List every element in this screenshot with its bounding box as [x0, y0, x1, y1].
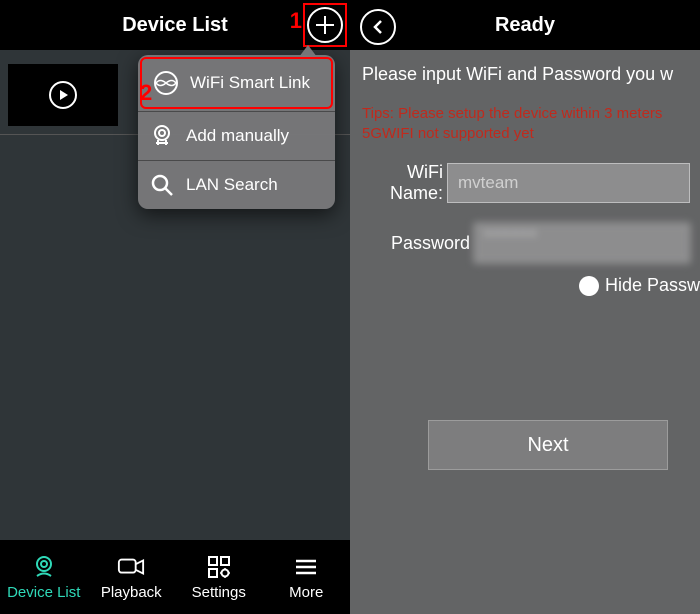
menu-lan-search-label: LAN Search [186, 175, 278, 195]
device-list-screen: Device List 1 2 WiFi Smart Link [0, 0, 350, 614]
device-thumbnail[interactable] [8, 64, 118, 126]
bottom-tab-bar: Device List Playback Settings More [0, 540, 350, 614]
password-label: Password [362, 233, 474, 254]
tab-more[interactable]: More [263, 540, 351, 614]
tab-device-list-label: Device List [7, 584, 80, 601]
tips-text: Tips: Please setup the device within 3 m… [362, 104, 700, 144]
password-row: Password •••••• [362, 220, 690, 266]
tab-device-list[interactable]: Device List [0, 540, 88, 614]
left-header: Device List 1 [0, 0, 350, 50]
wifi-name-label: WiFi Name: [362, 162, 447, 204]
next-button[interactable]: Next [428, 420, 668, 470]
playback-icon [117, 554, 145, 580]
search-icon [148, 171, 176, 199]
annotation-1: 1 [290, 8, 302, 34]
left-title: Device List [122, 14, 228, 37]
tips-line-1: Tips: Please setup the device within 3 m… [362, 104, 700, 124]
chevron-left-icon [370, 19, 386, 35]
add-device-button[interactable] [303, 3, 347, 47]
hide-password-row[interactable]: Hide Passw [350, 275, 700, 296]
right-header: Ready [350, 0, 700, 50]
back-button[interactable] [360, 9, 396, 45]
menu-wifi-smart-link-label: WiFi Smart Link [190, 73, 310, 93]
right-title: Ready [495, 14, 555, 37]
password-input[interactable]: •••••• [474, 223, 690, 263]
tab-settings-label: Settings [192, 584, 246, 601]
hide-password-radio[interactable] [579, 276, 599, 296]
more-icon [292, 554, 320, 580]
wifi-name-input[interactable] [447, 163, 690, 203]
menu-lan-search[interactable]: LAN Search [138, 161, 335, 209]
menu-add-manually-label: Add manually [186, 126, 289, 146]
plus-icon [307, 7, 343, 43]
wifi-setup-screen: Ready Please input WiFi and Password you… [350, 0, 700, 614]
next-button-label: Next [527, 434, 568, 457]
settings-icon [205, 554, 233, 580]
tab-more-label: More [289, 584, 323, 601]
add-device-menu: WiFi Smart Link Add manually LAN Search [138, 55, 335, 209]
play-icon [49, 81, 77, 109]
hide-password-label: Hide Passw [605, 275, 700, 296]
tab-settings[interactable]: Settings [175, 540, 263, 614]
tab-playback[interactable]: Playback [88, 540, 176, 614]
instruction-text: Please input WiFi and Password you w [362, 64, 700, 85]
tab-playback-label: Playback [101, 584, 162, 601]
tips-line-2: 5GWIFI not supported yet [362, 124, 700, 144]
menu-wifi-smart-link[interactable]: WiFi Smart Link [140, 57, 333, 109]
device-list-icon [30, 554, 58, 580]
menu-add-manually[interactable]: Add manually [138, 112, 335, 160]
camera-icon [148, 122, 176, 150]
wifi-link-icon [152, 69, 180, 97]
annotation-2: 2 [140, 80, 152, 106]
wifi-name-row: WiFi Name: [362, 160, 690, 206]
wifi-form: WiFi Name: Password •••••• [362, 160, 690, 280]
